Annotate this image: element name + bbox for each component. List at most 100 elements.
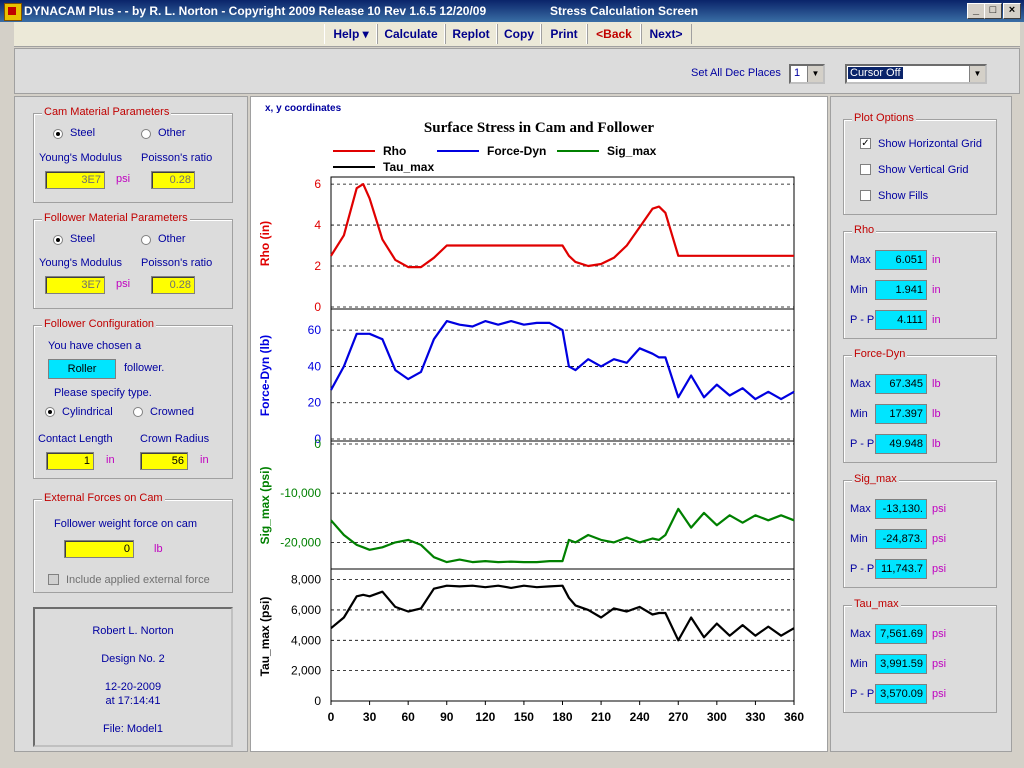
- crown-radius-unit: in: [200, 454, 209, 466]
- force-dyn-min-unit: lb: [932, 408, 941, 420]
- y-tick-label: 0: [314, 300, 321, 314]
- tau-max-max-label: Max: [850, 628, 871, 640]
- chevron-down-icon: ▼: [807, 66, 823, 82]
- y-tick-label: 0: [314, 437, 321, 451]
- title-bar: DYNACAM Plus - - by R. L. Norton - Copyr…: [0, 0, 1024, 22]
- corner-label: x, y coordinates: [265, 103, 342, 114]
- x-tick-label: 330: [745, 710, 765, 724]
- tau-max-max-unit: psi: [932, 628, 947, 640]
- tau-max-pp-unit: psi: [932, 688, 947, 700]
- follower-config-group: Follower Configuration You have chosen a…: [33, 318, 233, 479]
- force-dyn-min-label: Min: [850, 408, 868, 420]
- follower-material-group: Follower Material Parameters Steel Other…: [33, 212, 233, 309]
- follower-other-label: Other: [158, 233, 186, 245]
- crowned-radio[interactable]: [133, 407, 143, 417]
- horizontal-grid-checkbox[interactable]: ✓: [860, 138, 871, 149]
- weight-field[interactable]: 0: [64, 540, 134, 558]
- legend-label: Rho: [383, 144, 406, 158]
- external-forces-group: External Forces on Cam Follower weight f…: [33, 492, 233, 593]
- sig-max-max-unit: psi: [932, 503, 947, 515]
- sig-max-pp-value: 11,743.7: [875, 559, 927, 579]
- plot-options-group: Plot Options ✓ Show Horizontal Grid Show…: [843, 112, 997, 215]
- vertical-grid-checkbox[interactable]: [860, 164, 871, 175]
- stress-chart: x, y coordinates Surface Stress in Cam a…: [258, 103, 804, 724]
- y-tick-label: 6,000: [291, 603, 321, 617]
- x-tick-label: 180: [552, 710, 572, 724]
- follower-other-radio[interactable]: [141, 235, 151, 245]
- follower-youngs-field[interactable]: 3E7: [45, 276, 105, 294]
- chosen-text: You have chosen a: [48, 340, 142, 352]
- fills-checkbox[interactable]: [860, 190, 871, 201]
- y-tick-label: -10,000: [280, 486, 321, 500]
- x-tick-label: 240: [630, 710, 650, 724]
- minimize-button[interactable]: _: [967, 3, 985, 19]
- calculate-button[interactable]: Calculate: [376, 24, 446, 44]
- cam-material-title: Cam Material Parameters: [42, 106, 172, 118]
- series-line: [330, 584, 795, 642]
- x-tick-label: 0: [328, 710, 335, 724]
- help-menu-button[interactable]: Help ▾: [324, 24, 378, 44]
- force-dyn-pp-label: P - P: [850, 438, 875, 450]
- force-dyn-pp-value: 49.948: [875, 434, 927, 454]
- copy-button[interactable]: Copy: [496, 24, 542, 44]
- series-line: [330, 182, 794, 269]
- include-external-checkbox[interactable]: [48, 574, 59, 585]
- sig-max-stats-title: Sig_max: [852, 473, 899, 485]
- rho-stats-title: Rho: [852, 224, 877, 236]
- menu-bar: Help ▾ Calculate Replot Copy Print <Back…: [14, 22, 1020, 47]
- follower-config-title: Follower Configuration: [42, 318, 157, 330]
- follower-steel-radio[interactable]: [53, 235, 63, 245]
- vertical-grid-label: Show Vertical Grid: [878, 164, 969, 176]
- x-tick-label: 360: [784, 710, 804, 724]
- back-button[interactable]: <Back: [586, 24, 642, 44]
- rho-min-unit: in: [932, 284, 941, 296]
- series-panel: 0 2,000 4,000 6,000 8,000 Tau_max (psi): [258, 573, 795, 708]
- close-button[interactable]: ×: [1003, 3, 1021, 19]
- cam-youngs-field[interactable]: 3E7: [45, 171, 105, 189]
- cam-poisson-field[interactable]: 0.28: [151, 171, 195, 189]
- replot-button[interactable]: Replot: [444, 24, 498, 44]
- y-tick-label: 6: [314, 177, 321, 191]
- follower-text: follower.: [124, 362, 165, 374]
- crown-radius-label: Crown Radius: [140, 433, 210, 445]
- force-dyn-pp-unit: lb: [932, 438, 941, 450]
- plot-area[interactable]: x, y coordinates Surface Stress in Cam a…: [250, 96, 828, 752]
- y-tick-label: 20: [308, 396, 322, 410]
- x-tick-label: 120: [475, 710, 495, 724]
- chart-title: Surface Stress in Cam and Follower: [424, 120, 654, 136]
- cam-material-group: Cam Material Parameters Steel Other Youn…: [33, 106, 233, 203]
- cam-other-radio[interactable]: [141, 129, 151, 139]
- left-panel: Cam Material Parameters Steel Other Youn…: [14, 96, 248, 752]
- x-tick-label: 60: [401, 710, 415, 724]
- maximize-button[interactable]: □: [984, 3, 1002, 19]
- sig-max-min-value: -24,873.: [875, 529, 927, 549]
- y-axis-label: Rho (in): [258, 221, 272, 266]
- dec-places-select[interactable]: 1 ▼: [789, 64, 825, 84]
- y-tick-label: 4: [314, 218, 321, 232]
- print-button[interactable]: Print: [540, 24, 588, 44]
- follower-poisson-field[interactable]: 0.28: [151, 276, 195, 294]
- cylindrical-radio[interactable]: [45, 407, 55, 417]
- next-button[interactable]: Next>: [640, 24, 692, 44]
- crown-radius-field[interactable]: 56: [140, 452, 188, 470]
- rho-min-value: 1.941: [875, 280, 927, 300]
- series-line: [330, 320, 795, 401]
- cam-steel-label: Steel: [70, 127, 96, 139]
- design-text: Design No. 2: [101, 653, 165, 665]
- y-tick-label: 40: [308, 359, 322, 373]
- screen-title: Stress Calculation Screen: [550, 4, 699, 18]
- weight-label: Follower weight force on cam: [54, 518, 198, 530]
- x-tick-label: 300: [707, 710, 727, 724]
- y-tick-label: 8,000: [291, 573, 321, 587]
- follower-youngs-unit: psi: [116, 278, 131, 290]
- contact-length-field[interactable]: 1: [46, 452, 94, 470]
- cursor-value: Cursor Off: [848, 67, 903, 79]
- cam-steel-radio[interactable]: [53, 129, 63, 139]
- cursor-select[interactable]: Cursor Off ▼: [845, 64, 987, 84]
- dec-places-value: 1: [794, 67, 801, 79]
- right-panel: Plot Options ✓ Show Horizontal Grid Show…: [830, 96, 1012, 752]
- contact-length-label: Contact Length: [38, 433, 113, 445]
- author-text: Robert L. Norton: [92, 625, 174, 637]
- x-tick-label: 210: [591, 710, 611, 724]
- time-text: at 17:14:41: [105, 695, 161, 707]
